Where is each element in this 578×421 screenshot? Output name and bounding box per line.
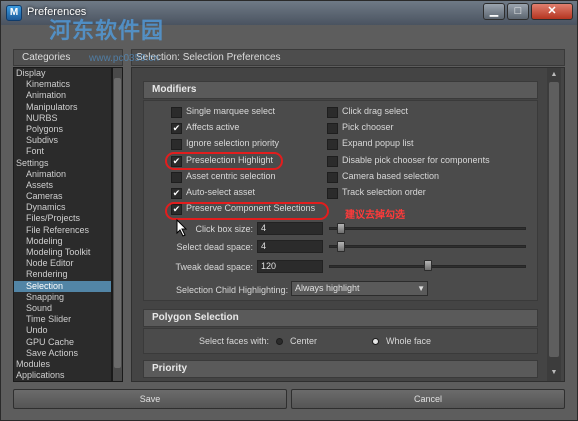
polygon-selection-section-header[interactable]: Polygon Selection [143,309,538,327]
select-dead-space-slider-handle[interactable] [336,241,345,252]
radio-whole-face[interactable] [372,338,379,345]
sidebar-item-selection[interactable]: Selection [14,280,111,292]
asset-centric-selection-label: Asset centric selection [186,170,276,181]
annotation-oval-preserve [165,202,329,220]
sidebar-item-gpu-cache[interactable]: GPU Cache [14,337,111,348]
annotation-note: 建议去掉勾选 [345,210,405,221]
sidebar-item-node-editor[interactable]: Node Editor [14,258,111,269]
sidebar-item-modeling[interactable]: Modeling [14,236,111,247]
sidebar-item-undo[interactable]: Undo [14,325,111,336]
scroll-down-arrow-icon[interactable]: ▼ [549,368,559,378]
select-dead-space-label: Select dead space: [176,242,253,252]
categories-scrollbar[interactable] [112,67,123,382]
radio-whole-face-label: Whole face [386,336,432,346]
expand-popup-list-checkbox[interactable] [327,139,338,151]
save-button[interactable]: Save [13,389,287,409]
close-button[interactable]: ✕ [531,3,573,20]
disable-pick-chooser-for-components-label: Disable pick chooser for components [342,154,490,165]
sidebar-item-settings[interactable]: Settings [14,158,111,169]
sidebar-item-applications[interactable]: Applications [14,370,111,381]
click-box-size-field[interactable]: 4 [257,222,323,235]
sidebar-item-subdivs[interactable]: Subdivs [14,135,111,146]
mouse-cursor-icon [176,219,188,237]
expand-popup-list-label: Expand popup list [342,138,414,149]
click-box-size-label: Click box size: [195,224,253,234]
tweak-dead-space-label: Tweak dead space: [175,262,253,272]
sidebar-item-animation[interactable]: Animation [14,169,111,180]
modifiers-section-header[interactable]: Modifiers [143,81,538,99]
sidebar-item-nurbs[interactable]: NURBS [14,113,111,124]
watermark-url: www.pc0359.cn [89,53,160,64]
tweak-dead-space-slider-handle[interactable] [423,260,432,271]
click-box-size-slider[interactable] [329,227,526,230]
camera-based-selection-checkbox[interactable] [327,171,338,183]
single-marquee-select-checkbox[interactable] [171,107,182,118]
sidebar-item-snapping[interactable]: Snapping [14,292,111,303]
cancel-button[interactable]: Cancel [291,389,565,409]
sidebar-item-file-references[interactable]: File References [14,225,111,236]
watermark-logo: 河东软件园 [49,18,165,44]
sidebar-item-rendering[interactable]: Rendering [14,269,111,280]
track-selection-order-checkbox[interactable] [327,188,338,199]
sidebar-item-manipulators[interactable]: Manipulators [14,102,111,113]
pick-chooser-label: Pick chooser [342,122,394,133]
child-highlighting-label: Selection Child Highlighting: [176,285,289,295]
priority-section-header[interactable]: Priority [143,360,538,378]
maximize-button[interactable]: □ [507,3,529,20]
child-highlighting-value: Always highlight [295,283,360,293]
content-scroll-thumb[interactable] [549,82,559,357]
sidebar-item-cameras[interactable]: Cameras [14,191,111,202]
disable-pick-chooser-for-components-checkbox[interactable] [327,155,338,167]
select-faces-label: Select faces with: [199,336,270,346]
click-drag-select-label: Click drag select [342,106,409,116]
ignore-selection-priority-label: Ignore selection priority [186,138,280,149]
radio-center-label: Center [290,336,318,346]
single-marquee-select-label: Single marquee select [186,106,276,116]
ignore-selection-priority-checkbox[interactable] [171,139,182,151]
categories-scroll-thumb[interactable] [114,78,121,368]
radio-center[interactable] [276,338,283,345]
sidebar-item-files-projects[interactable]: Files/Projects [14,213,111,224]
sidebar-item-time-slider[interactable]: Time Slider [14,314,111,325]
scroll-up-arrow-icon[interactable]: ▲ [549,70,559,80]
sidebar-item-modules[interactable]: Modules [14,359,111,370]
sidebar-item-sound[interactable]: Sound [14,303,111,314]
sidebar-item-display[interactable]: Display [14,68,111,79]
auto-select-asset-checkbox[interactable]: ✔ [171,188,182,199]
click-box-size-slider-handle[interactable] [336,223,345,234]
auto-select-asset-label: Auto-select asset [186,187,256,197]
sidebar-item-dynamics[interactable]: Dynamics [14,202,111,213]
affects-active-checkbox[interactable]: ✔ [171,123,182,135]
track-selection-order-label: Track selection order [342,187,426,197]
select-dead-space-field[interactable]: 4 [257,240,323,253]
sidebar-item-assets[interactable]: Assets [14,180,111,191]
categories-list[interactable]: Display Kinematics Animation Manipulators NU… [13,67,112,382]
preferences-window: M Preferences ▁ □ ✕ Categories Display Ki… [0,0,578,421]
annotation-oval-preselection [165,152,283,170]
select-dead-space-slider[interactable] [329,245,526,248]
click-drag-select-checkbox[interactable] [327,107,338,118]
app-icon: M [6,5,22,21]
affects-active-label: Affects active [186,122,240,133]
sidebar-item-save-actions[interactable]: Save Actions [14,348,111,359]
child-highlighting-dropdown[interactable]: Always highlight ▼ [291,281,428,296]
sidebar-item-polygons[interactable]: Polygons [14,124,111,135]
sidebar-item-kinematics[interactable]: Kinematics [14,79,111,90]
tweak-dead-space-field[interactable]: 120 [257,260,323,273]
camera-based-selection-label: Camera based selection [342,170,440,181]
sidebar-item-font[interactable]: Font [14,146,111,157]
content-scrollbar[interactable]: ▲ ▼ [547,68,561,381]
page-title: Selection: Selection Preferences [131,49,565,66]
pick-chooser-checkbox[interactable] [327,123,338,135]
chevron-down-icon: ▼ [417,284,425,293]
asset-centric-selection-checkbox[interactable] [171,171,182,183]
sidebar-item-modeling-toolkit[interactable]: Modeling Toolkit [14,247,111,258]
sidebar-item-animation[interactable]: Animation [14,90,111,101]
minimize-button[interactable]: ▁ [483,3,505,20]
